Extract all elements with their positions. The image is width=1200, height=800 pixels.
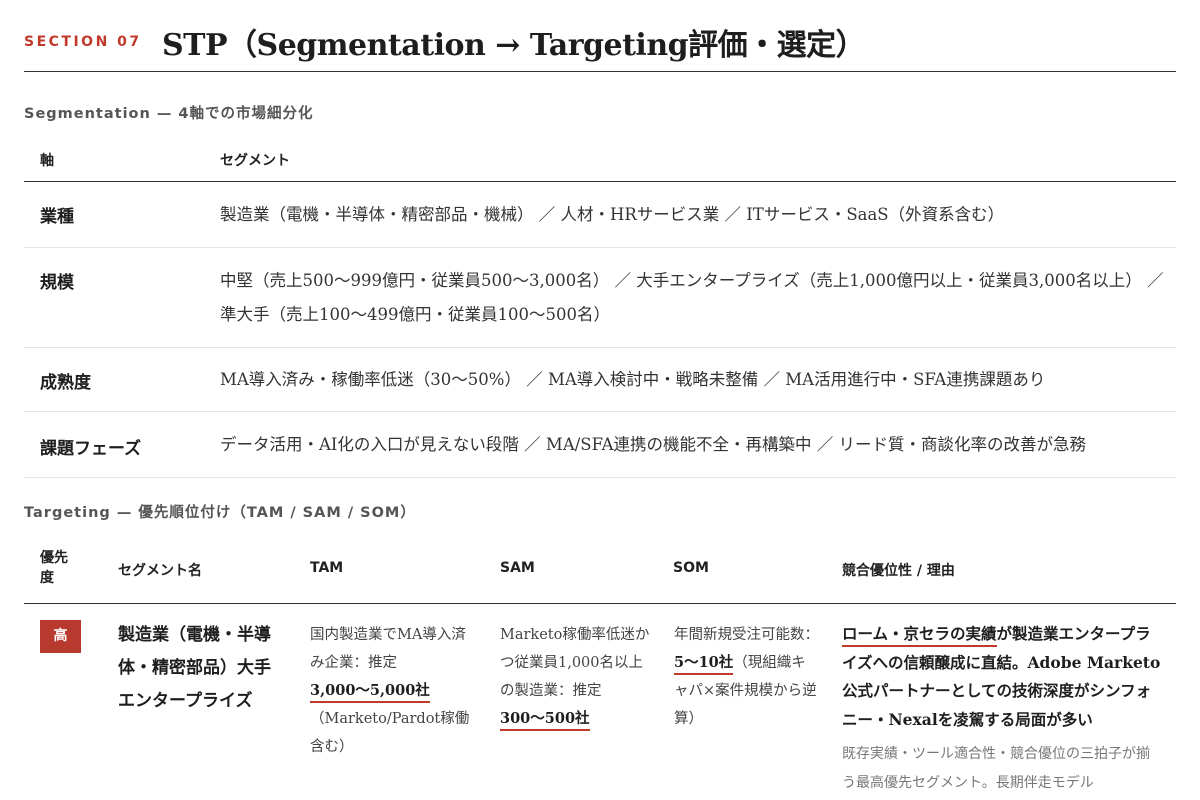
column-header-som: SOM [673,560,709,576]
column-header-tam: TAM [310,560,344,576]
segmentation-heading: Segmentation — 4軸での市場細分化 [24,106,314,122]
column-header-axis: 軸 [40,153,54,169]
column-header-segment-name: セグメント名 [118,563,202,579]
column-header-sam: SAM [500,560,535,576]
section-title: STP（Segmentation → Targeting評価・選定） [162,28,866,63]
column-header-competitive: 競合優位性 / 理由 [842,563,955,579]
segment-name: 製造業（電機・半導体・精密部品）大手エンタープライズ [118,625,271,711]
targeting-table-header: 優先度 セグメント名 TAM SAM SOM 競合優位性 / 理由 [24,540,1176,604]
sam-description: Marketo稼働率低迷かつ従業員1,000名以上の製造業：推定 [500,627,650,699]
competitive-note: 既存実績・ツール適合性・競合優位の三拍子が揃う最高優先セグメント。長期伴走モデル [842,746,1150,791]
segmentation-table-header: 軸 セグメント [24,140,1176,182]
axis-label: 成熟度 [40,373,91,393]
segment-values: MA導入済み・稼働率低迷（30〜50%） ／ MA導入検討中・戦略未整備 ／ M… [220,370,1046,389]
axis-label: 課題フェーズ [40,439,142,459]
table-row: 規模 中堅（売上500〜999億円・従業員500〜3,000名） ／ 大手エンタ… [24,248,1176,348]
axis-label: 規模 [40,273,74,293]
segment-values: データ活用・AI化の入口が見えない段階 ／ MA/SFA連携の機能不全・再構築中… [220,435,1087,454]
table-row: 成熟度 MA導入済み・稼働率低迷（30〜50%） ／ MA導入検討中・戦略未整備… [24,348,1176,412]
table-row: 課題フェーズ データ活用・AI化の入口が見えない段階 ／ MA/SFA連携の機能… [24,412,1176,478]
competitive-highlight: ローム・京セラの実績 [842,624,997,647]
table-row: 業種 製造業（電機・半導体・精密部品・機械） ／ 人材・HRサービス業 ／ IT… [24,182,1176,248]
section-header: SECTION 07 STP（Segmentation → Targeting評… [24,14,1176,72]
priority-badge: 高 [40,620,81,653]
tam-cell: 国内製造業でMA導入済み企業：推定 3,000〜5,000社 （Marketo/Pa… [310,621,470,761]
targeting-heading: Targeting — 優先順位付け（TAM / SAM / SOM） [24,505,416,521]
tam-value: 3,000〜5,000社 [310,682,430,703]
competitive-advantage: ローム・京セラの実績が製造業エンタープライズへの信頼醸成に直結。Adobe Ma… [842,620,1162,734]
tam-note: （Marketo/Pardot稼働含む） [310,711,470,755]
sam-cell: Marketo稼働率低迷かつ従業員1,000名以上の製造業：推定 300〜500社 [500,621,655,733]
som-description: 年間新規受注可能数： [674,627,819,643]
column-header-priority: 優先度 [40,550,68,586]
tam-description: 国内製造業でMA導入済み企業：推定 [310,627,466,671]
segment-values: 中堅（売上500〜999億円・従業員500〜3,000名） ／ 大手エンタープラ… [220,271,1164,324]
som-cell: 年間新規受注可能数：5〜10社（現組織キャパ×案件規模から逆算） [674,621,819,733]
segment-values: 製造業（電機・半導体・精密部品・機械） ／ 人材・HRサービス業 ／ ITサービ… [220,205,1005,224]
section-number: SECTION 07 [24,34,142,50]
axis-label: 業種 [40,207,74,227]
sam-value: 300〜500社 [500,710,590,731]
column-header-segment: セグメント [220,153,290,169]
som-value: 5〜10社 [674,654,734,675]
